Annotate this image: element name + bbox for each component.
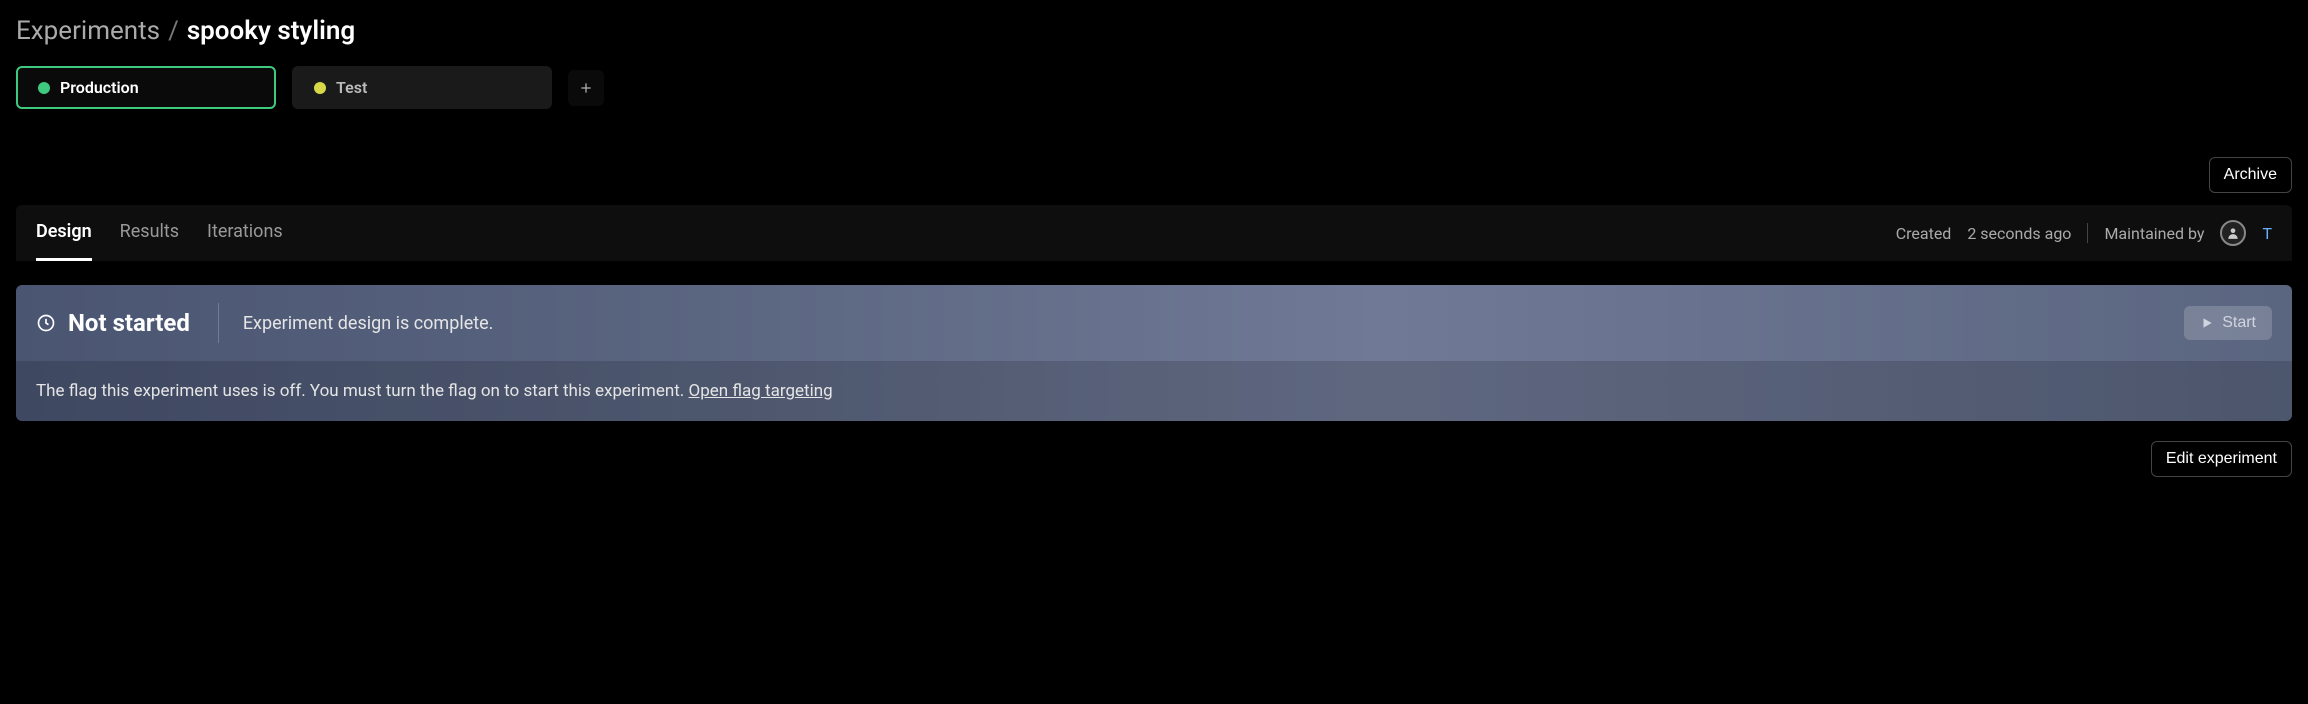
status-divider [218, 303, 219, 343]
status-panel: Not started Experiment design is complet… [16, 285, 2292, 421]
status-message: Experiment design is complete. [243, 313, 2184, 334]
breadcrumb-current: spooky styling [187, 16, 355, 46]
status-body: The flag this experiment uses is off. Yo… [16, 361, 2292, 421]
archive-button[interactable]: Archive [2209, 157, 2292, 193]
status-dot-icon [314, 82, 326, 94]
start-button[interactable]: Start [2184, 306, 2272, 340]
env-tab-production[interactable]: Production [16, 66, 276, 109]
tab-iterations[interactable]: Iterations [207, 205, 283, 261]
start-label: Start [2222, 314, 2256, 332]
open-flag-targeting-link[interactable]: Open flag targeting [689, 381, 833, 401]
env-tab-test[interactable]: Test [292, 66, 552, 109]
tab-results[interactable]: Results [120, 205, 179, 261]
status-title: Not started [68, 309, 190, 337]
created-time: 2 seconds ago [1967, 224, 2071, 243]
plus-icon [578, 80, 594, 96]
maintained-by-label: Maintained by [2104, 224, 2204, 243]
breadcrumb-separator: / [168, 16, 179, 46]
user-icon [2226, 226, 2240, 240]
meta-separator [2087, 223, 2088, 243]
env-tab-label: Test [336, 78, 367, 97]
created-label: Created [1896, 224, 1952, 243]
maintainer-avatar[interactable] [2220, 220, 2246, 246]
environment-tabs: Production Test [16, 66, 2292, 109]
status-dot-icon [38, 82, 50, 94]
edit-experiment-button[interactable]: Edit experiment [2151, 441, 2292, 477]
clock-icon [36, 313, 56, 333]
breadcrumb-root[interactable]: Experiments [16, 16, 160, 46]
add-environment-button[interactable] [568, 70, 604, 106]
status-body-text: The flag this experiment uses is off. Yo… [36, 381, 689, 401]
play-icon [2200, 316, 2214, 330]
maintainer-name[interactable]: T [2262, 224, 2272, 243]
tab-design[interactable]: Design [36, 205, 92, 261]
env-tab-label: Production [60, 78, 139, 97]
tab-bar: Design Results Iterations Created 2 seco… [16, 205, 2292, 261]
breadcrumb: Experiments / spooky styling [16, 16, 2292, 46]
